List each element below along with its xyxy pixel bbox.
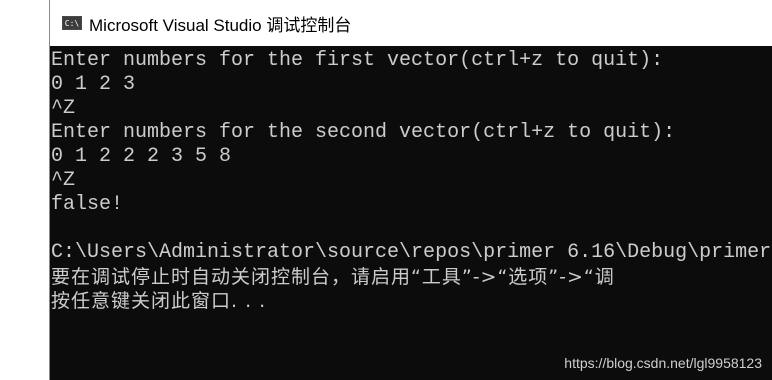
- window-title: Microsoft Visual Studio 调试控制台: [89, 15, 352, 35]
- watermark: https://blog.csdn.net/lgl9958123: [564, 355, 762, 371]
- console-line: Enter numbers for the second vector(ctrl…: [51, 121, 676, 144]
- console-line: ^Z: [51, 169, 76, 192]
- console-window: C:\ Microsoft Visual Studio 调试控制台 Enter …: [49, 0, 772, 380]
- console-output[interactable]: Enter numbers for the first vector(ctrl+…: [50, 46, 772, 380]
- console-app-icon: C:\: [62, 16, 82, 30]
- console-line: 要在调试停止时自动关闭控制台，请启用“工具”->“选项”->“调: [51, 266, 615, 288]
- console-line: 按任意键关闭此窗口. . .: [51, 290, 267, 312]
- console-line: Enter numbers for the first vector(ctrl+…: [51, 49, 664, 72]
- console-line: C:\Users\Administrator\source\repos\prim…: [51, 241, 772, 264]
- console-line: 0 1 2 3: [51, 73, 136, 96]
- console-line: 0 1 2 2 2 3 5 8: [51, 145, 232, 168]
- title-bar[interactable]: C:\ Microsoft Visual Studio 调试控制台: [50, 0, 772, 46]
- console-line: false!: [51, 193, 124, 216]
- console-line: ^Z: [51, 97, 76, 120]
